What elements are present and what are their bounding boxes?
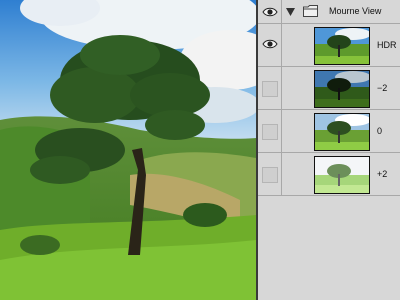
visibility-off-box — [262, 124, 278, 140]
visibility-toggle[interactable] — [258, 67, 282, 109]
image-canvas[interactable] — [0, 0, 256, 300]
layer-row[interactable]: 0 — [258, 110, 400, 153]
layer-thumbnail — [314, 156, 370, 194]
visibility-toggle[interactable] — [258, 110, 282, 152]
layer-thumbnail — [314, 113, 370, 151]
layer-thumbnail — [314, 27, 370, 65]
layer-label: 0 — [377, 126, 383, 136]
layer-label: HDR — [377, 40, 397, 50]
layer-row[interactable]: +2 — [258, 153, 400, 196]
layer-row[interactable]: −2 — [258, 67, 400, 110]
visibility-toggle[interactable] — [258, 153, 282, 195]
triangle-down-icon[interactable] — [286, 8, 295, 16]
visibility-off-box — [262, 167, 278, 183]
group-name: Mourne View — [329, 6, 382, 16]
layer-thumbnail — [314, 70, 370, 108]
layer-label: −2 — [377, 83, 388, 93]
visibility-off-box — [262, 81, 278, 97]
eye-icon — [262, 7, 278, 17]
visibility-toggle[interactable] — [258, 0, 282, 23]
layer-row[interactable]: HDR — [258, 24, 400, 67]
visibility-toggle[interactable] — [258, 24, 282, 66]
folder-icon — [303, 5, 318, 17]
layer-group-row[interactable]: Mourne View — [258, 0, 400, 24]
eye-icon — [262, 39, 278, 49]
layer-label: +2 — [377, 169, 388, 179]
landscape-photo — [0, 0, 256, 300]
layers-panel: Mourne View HDR −2 0 +2 — [258, 0, 400, 300]
